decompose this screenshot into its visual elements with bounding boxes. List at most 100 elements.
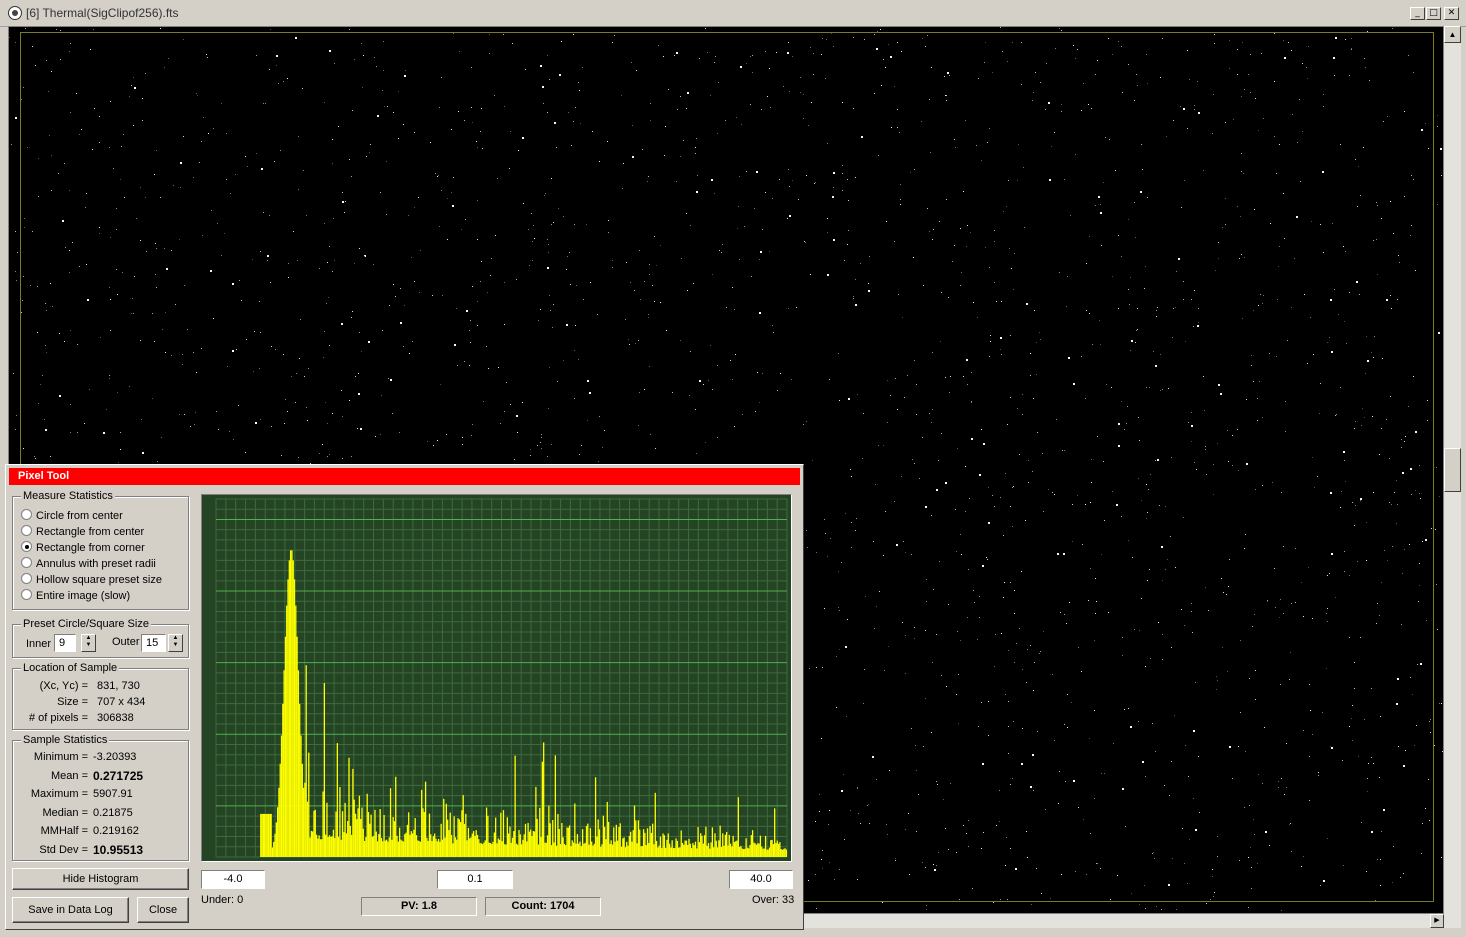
histogram-bar [358,795,361,857]
histogram-bar [443,798,445,857]
histogram-bar [419,841,422,857]
histogram-bar [530,829,532,857]
histogram-bar [655,840,658,857]
histogram-bar [553,842,555,857]
inner-size-input[interactable]: 9 [54,634,76,652]
histogram-bar [276,807,279,857]
star-pixel [1139,904,1140,905]
vertical-scroll-thumb[interactable] [1444,448,1461,492]
radio-selected-icon[interactable] [21,541,32,552]
histogram-bar [636,843,638,857]
histogram-bar [356,819,358,857]
histogram-bar [431,841,433,857]
histogram-bar [749,844,751,857]
histogram-bar [330,836,332,857]
histogram-plot[interactable] [201,494,792,862]
histogram-bar [702,843,704,857]
inner-stepper[interactable]: ▲ ▼ [81,634,96,652]
pixel-tool-title[interactable]: Pixel Tool [9,468,800,485]
close-button[interactable]: Close [137,897,189,923]
scroll-up-icon[interactable]: ▲ [1444,26,1461,43]
histogram-bar [724,834,727,857]
vertical-scrollbar[interactable]: ▲ [1444,26,1461,928]
outer-size-input[interactable]: 15 [141,634,166,652]
star-pixel [993,902,994,903]
histogram-bar [600,846,602,857]
histogram-bar [627,845,629,857]
histogram-bar [413,829,415,857]
histogram-bar [607,821,610,857]
star-pixel [926,909,927,910]
hide-histogram-button[interactable]: Hide Histogram [12,868,189,890]
radio-hollow-square[interactable]: Hollow square preset size [21,573,162,587]
app-icon[interactable] [8,6,22,20]
histogram-bar [738,846,741,857]
stat-label: MMHalf = [40,825,88,837]
histogram-bar [323,683,326,857]
histogram-bar [318,835,320,857]
star-pixel [16,280,17,281]
radio-circle-icon[interactable] [21,509,32,520]
histogram-bar [449,812,451,857]
histogram-bar [376,841,379,857]
histogram-bar [459,822,462,857]
histogram-bar [566,827,568,857]
horizontal-scrollbar[interactable]: ▶ [804,914,1444,928]
histogram-bar [764,835,767,857]
minimize-button[interactable]: _ [1410,7,1425,20]
radio-rectangle-from-corner[interactable]: Rectangle from corner [21,541,145,555]
histogram-bar [549,823,551,857]
radio-circle-icon[interactable] [21,589,32,600]
histogram-bar [373,835,375,857]
histogram-step-input[interactable]: 0.1 [437,870,513,889]
close-window-button[interactable]: ✕ [1444,7,1459,20]
histogram-bar [456,839,458,857]
histogram-min-input[interactable]: -4.0 [201,870,265,889]
radio-rectangle-from-center[interactable]: Rectangle from center [21,525,144,539]
stat-value: -3.20393 [93,751,137,763]
histogram-bar [466,840,468,857]
histogram-bar [652,823,654,857]
histogram-bar [688,838,690,857]
histogram-bar [659,836,662,857]
histogram-bar [650,832,653,857]
maximize-button[interactable]: □ [1426,7,1441,20]
radio-circle-icon[interactable] [21,573,32,584]
histogram-bar [467,827,470,857]
radio-entire-image[interactable]: Entire image (slow) [21,589,130,603]
histogram-bar [374,809,376,857]
histogram-bar [584,842,586,857]
window-titlebar[interactable]: [6] Thermal(SigClipof256).fts _ □ ✕ [0,0,1466,27]
histogram-bar [284,636,287,857]
histogram-bar [737,797,739,857]
radio-circle-icon[interactable] [21,557,32,568]
histogram-bar [269,813,271,857]
histogram-bar [454,837,457,857]
histogram-bar [432,836,435,857]
histogram-bar [635,820,637,857]
histogram-bar [415,835,418,857]
histogram-bar [522,839,524,857]
radio-circle-from-center[interactable]: Circle from center [21,509,123,523]
histogram-bar [597,819,599,857]
histogram-bar [694,841,697,857]
radio-annulus-preset-radii[interactable]: Annulus with preset radii [21,557,156,571]
outer-stepper[interactable]: ▲ ▼ [168,634,183,652]
histogram-bar [348,757,350,857]
save-data-log-button[interactable]: Save in Data Log [12,897,129,923]
scroll-right-icon[interactable]: ▶ [1430,914,1444,928]
histogram-bar [779,842,781,857]
histogram-bar [501,841,503,857]
histogram-bar [392,817,394,857]
histogram-bar [580,846,582,857]
histogram-bar [474,835,476,857]
histogram-max-input[interactable]: 40.0 [729,870,793,889]
star-pixel [1437,126,1438,127]
radio-circle-icon[interactable] [21,525,32,536]
histogram-bar [365,837,367,857]
histogram-bar [713,847,715,857]
histogram-bar [632,830,634,857]
stat-value: 0.271725 [93,768,144,783]
star-pixel [1436,584,1437,585]
stat-value: 5907.91 [93,788,133,800]
